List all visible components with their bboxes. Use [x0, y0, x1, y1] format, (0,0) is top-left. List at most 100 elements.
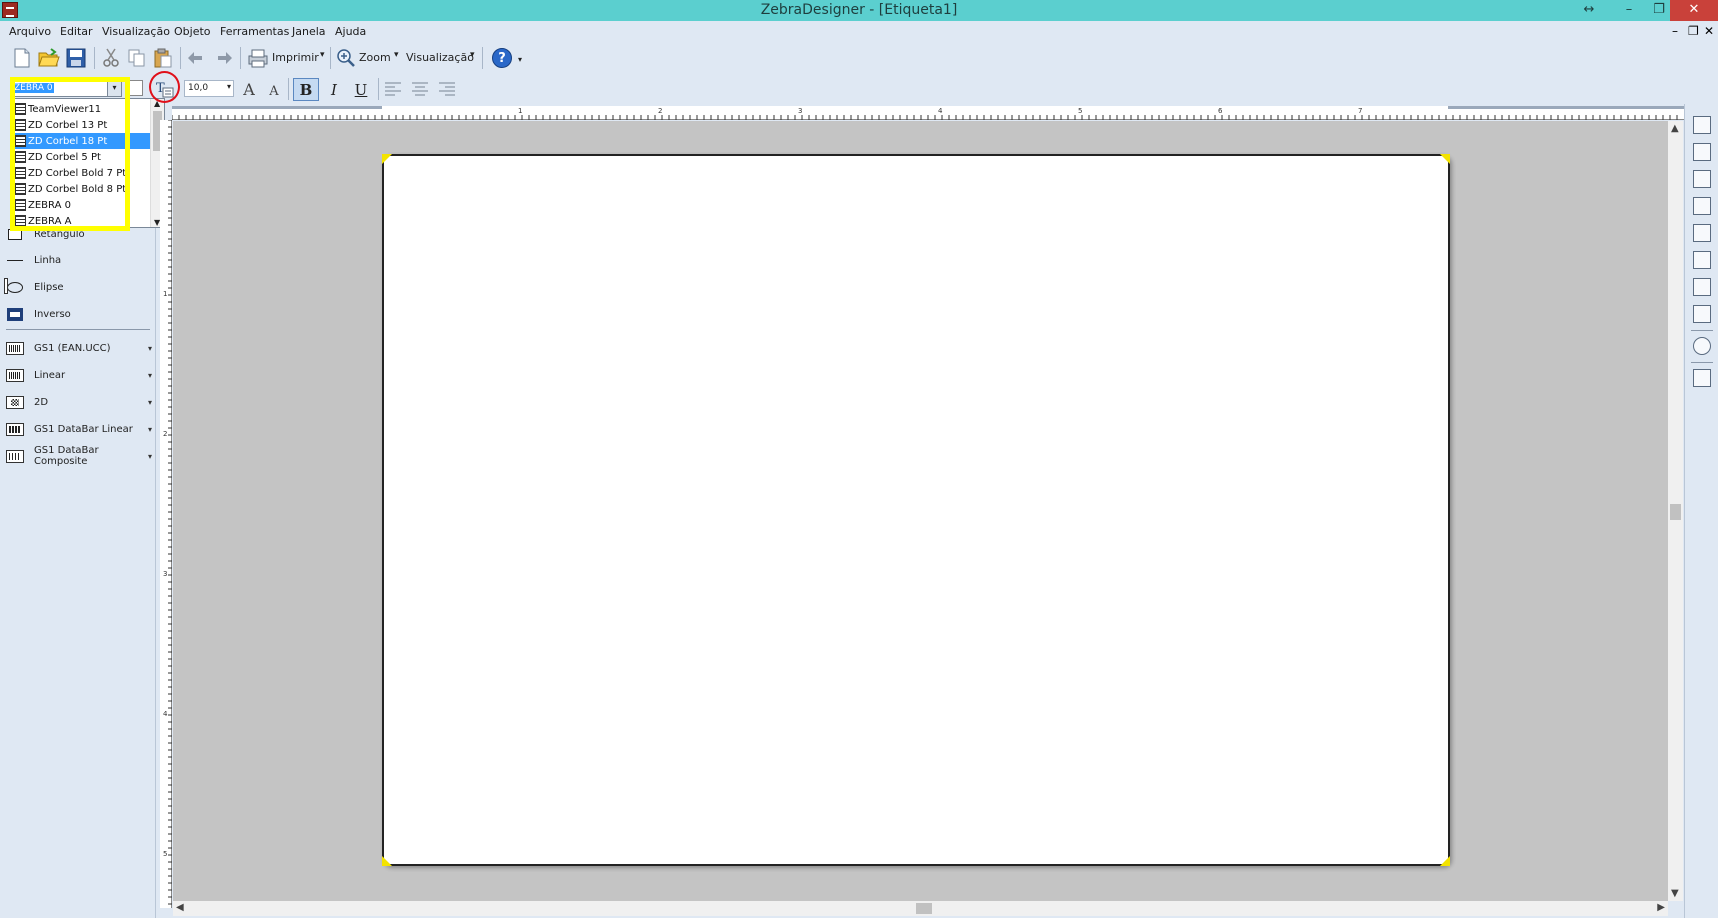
- menu-ajuda[interactable]: Ajuda: [335, 25, 366, 38]
- menu-visualizacao[interactable]: Visualização: [102, 25, 170, 38]
- scroll-right-icon[interactable]: ▶: [1657, 902, 1665, 913]
- font-option[interactable]: ZD Corbel Bold 8 Pt: [12, 181, 151, 197]
- open-folder-icon[interactable]: [38, 47, 60, 69]
- tool-linear[interactable]: Linear ▾: [6, 365, 152, 385]
- font-option[interactable]: TeamViewer11: [12, 101, 151, 117]
- scroll-down-icon[interactable]: ▼: [1671, 888, 1679, 899]
- tool-gs1-ean-ucc[interactable]: GS1 (EAN.UCC) ▾: [6, 338, 152, 358]
- align-center-vertical-icon[interactable]: [1693, 224, 1711, 242]
- redo-icon[interactable]: [212, 47, 234, 69]
- mdi-close-button[interactable]: ✕: [1704, 24, 1714, 38]
- font-combo-arrow-icon[interactable]: ▾: [107, 81, 121, 96]
- font-size-arrow-icon[interactable]: ▾: [227, 82, 231, 91]
- print-dropdown-icon[interactable]: ▾: [320, 50, 325, 60]
- font-type-icon[interactable]: [129, 80, 143, 96]
- align-left-edges-icon[interactable]: [1693, 197, 1711, 215]
- font-option[interactable]: ZD Corbel 13 Pt: [12, 117, 151, 133]
- label-page[interactable]: [382, 154, 1450, 866]
- text-grow-icon[interactable]: A: [238, 78, 260, 100]
- paste-icon[interactable]: [152, 47, 174, 69]
- font-combo-value: ZEBRA 0: [13, 83, 54, 93]
- chevron-down-icon[interactable]: ▾: [148, 371, 152, 380]
- distribute-vertical-icon[interactable]: [1693, 305, 1711, 323]
- printer-font-icon: [15, 103, 26, 115]
- minimize-button[interactable]: –: [1614, 0, 1644, 21]
- printer-icon[interactable]: [246, 47, 270, 69]
- menu-janela[interactable]: Janela: [292, 25, 326, 38]
- new-document-icon[interactable]: [12, 47, 32, 69]
- toolbar-overflow-icon[interactable]: ▾: [518, 55, 522, 64]
- menu-objeto[interactable]: Objeto: [174, 25, 211, 38]
- menu-arquivo[interactable]: Arquivo: [9, 25, 51, 38]
- horizontal-scroll-thumb[interactable]: [916, 903, 932, 914]
- text-shrink-icon[interactable]: A: [264, 81, 284, 101]
- font-option[interactable]: ZEBRA A: [12, 213, 151, 229]
- save-icon[interactable]: [65, 47, 87, 69]
- underline-button[interactable]: U: [349, 78, 373, 101]
- scroll-left-icon[interactable]: ◀: [176, 902, 184, 913]
- cut-icon[interactable]: [100, 47, 122, 69]
- qr-code-icon: [6, 395, 24, 409]
- toolbar-separator: [180, 47, 181, 69]
- align-top-icon[interactable]: [1693, 116, 1711, 134]
- close-button[interactable]: ✕: [1670, 0, 1718, 21]
- distribute-horizontal-icon[interactable]: [1693, 278, 1711, 296]
- rotate-icon[interactable]: [1693, 337, 1711, 355]
- view-dropdown-icon[interactable]: ▾: [470, 50, 475, 60]
- vertical-scroll-thumb[interactable]: [1670, 504, 1681, 520]
- tool-inverse[interactable]: Inverso: [6, 304, 152, 324]
- toolbar-separator: [482, 47, 483, 69]
- font-option[interactable]: ZD Corbel Bold 7 Pt: [12, 165, 151, 181]
- tool-gs1-databar-linear[interactable]: GS1 DataBar Linear ▾: [6, 419, 152, 439]
- undo-icon[interactable]: [186, 47, 208, 69]
- copy-icon[interactable]: [126, 47, 148, 69]
- chevron-down-icon[interactable]: ▾: [148, 398, 152, 407]
- align-bottom-icon[interactable]: [1693, 170, 1711, 188]
- inverse-icon: [6, 307, 24, 321]
- font-size-value: 10,0: [188, 83, 209, 93]
- italic-button[interactable]: I: [322, 78, 346, 101]
- order-icon[interactable]: [1693, 369, 1711, 387]
- standard-toolbar: Imprimir ▾ Zoom ▾ Visualização ▾ ? ▾: [0, 43, 1718, 72]
- align-right-edges-icon[interactable]: [1693, 251, 1711, 269]
- menu-editar[interactable]: Editar: [60, 25, 93, 38]
- font-dropdown-list[interactable]: TeamViewer11 ZD Corbel 13 Pt ZD Corbel 1…: [10, 98, 165, 228]
- font-option-selected[interactable]: ZD Corbel 18 Pt: [12, 133, 151, 149]
- resize-icon[interactable]: ↔: [1574, 0, 1604, 21]
- chevron-down-icon[interactable]: ▾: [148, 425, 152, 434]
- menu-ferramentas[interactable]: Ferramentas: [220, 25, 289, 38]
- print-button[interactable]: Imprimir: [272, 51, 319, 64]
- label-corner-marker: [382, 856, 392, 866]
- align-left-icon[interactable]: [382, 80, 404, 98]
- chevron-down-icon[interactable]: ▾: [148, 344, 152, 353]
- zoom-dropdown-icon[interactable]: ▾: [394, 50, 399, 60]
- font-size-icon[interactable]: T: [153, 78, 177, 100]
- font-option[interactable]: ZEBRA 0: [12, 197, 151, 213]
- view-button[interactable]: Visualização: [406, 51, 474, 64]
- chevron-down-icon[interactable]: ▾: [148, 452, 152, 461]
- tool-line[interactable]: Linha: [6, 250, 152, 270]
- align-middle-icon[interactable]: [1693, 143, 1711, 161]
- zoom-button[interactable]: Zoom: [359, 51, 391, 64]
- zoom-icon[interactable]: [335, 47, 357, 69]
- tool-2d[interactable]: 2D ▾: [6, 392, 152, 412]
- label-corner-marker: [1440, 856, 1450, 866]
- panel-divider: [6, 329, 150, 330]
- font-option[interactable]: ZD Corbel 5 Pt: [12, 149, 151, 165]
- barcode-icon: [6, 341, 24, 355]
- tool-ellipse[interactable]: Elipse: [6, 277, 152, 297]
- help-icon[interactable]: ?: [492, 48, 512, 68]
- scroll-up-icon[interactable]: ▲: [1671, 123, 1679, 134]
- canvas-vertical-scrollbar[interactable]: ▲ ▼: [1668, 121, 1683, 901]
- mdi-restore-button[interactable]: ❐: [1688, 24, 1699, 38]
- font-combo[interactable]: ZEBRA 0 ▾: [10, 80, 122, 97]
- printer-font-icon: [15, 119, 26, 131]
- mdi-minimize-button[interactable]: –: [1672, 24, 1678, 38]
- font-size-combo[interactable]: 10,0 ▾: [184, 80, 234, 97]
- tool-gs1-databar-composite[interactable]: GS1 DataBar Composite ▾: [6, 445, 152, 467]
- align-right-icon[interactable]: [436, 80, 458, 98]
- align-center-icon[interactable]: [409, 80, 431, 98]
- bold-button[interactable]: B: [293, 78, 319, 101]
- scroll-up-icon[interactable]: ▲: [154, 99, 160, 108]
- canvas-horizontal-scrollbar[interactable]: ◀ ▶: [173, 901, 1668, 916]
